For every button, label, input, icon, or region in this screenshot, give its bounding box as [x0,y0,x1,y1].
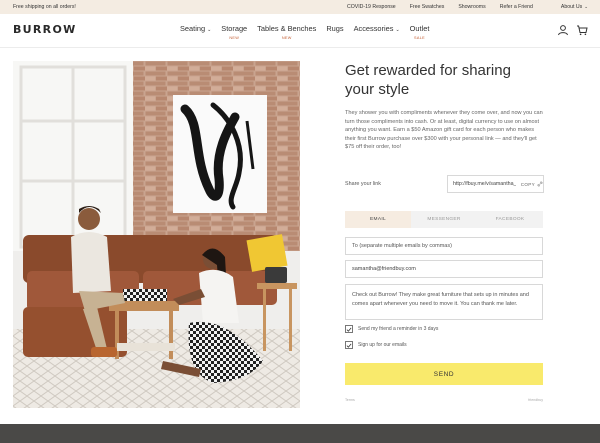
promo-text: Free shipping on all orders! [13,4,76,10]
checkmark-icon [346,343,352,348]
nav-storage[interactable]: Storage NEW [221,24,248,40]
nav-tables-benches[interactable]: Tables & Benches NEW [257,24,317,40]
living-room-illustration [13,61,300,408]
terms-link[interactable]: Terms [345,398,355,402]
site-footer [0,424,600,443]
nav-seating-label: Seating [180,24,206,33]
reminder-checkbox[interactable] [345,325,353,333]
chevron-down-icon: ⌄ [584,4,588,9]
burrow-logo[interactable]: BURROW [13,23,77,36]
nav-tables-label: Tables & Benches [257,24,317,33]
send-button[interactable]: SEND [345,363,543,385]
hero-photo [13,61,300,408]
about-us-label: About Us [560,4,583,10]
nav-storage-label: Storage [221,24,248,33]
reminder-checkbox-row[interactable]: Send my friend a reminder in 3 days [345,325,438,333]
nav-rugs-label: Rugs [326,24,344,33]
reminder-label: Send my friend a reminder in 3 days [358,326,439,332]
tab-email[interactable]: EMAIL [345,211,411,228]
utility-links: COVID-19 Response Free Swatches Showroom… [333,4,588,10]
nav-accessories-label: Accessories [353,24,394,33]
share-link-box: http://fbuy.me/v/samantha_7107 COPY [447,175,544,193]
sender-email-input[interactable]: samantha@friendbuy.com [345,260,543,278]
user-icon[interactable] [557,24,569,36]
copy-label: COPY [520,181,535,187]
copy-link-button[interactable]: COPY [521,181,543,187]
refer-a-friend-link[interactable]: Refer a Friend [500,4,533,10]
chevron-down-icon: ⌄ [207,27,212,33]
newsletter-label: Sign up for our emails [358,342,407,348]
checkmark-icon [346,327,352,332]
friendbuy-credit: friendbuy [528,398,543,402]
tab-facebook[interactable]: FACEBOOK [477,211,543,228]
nav-outlet-label: Outlet [409,24,430,33]
share-link-row: Share your link http://fbuy.me/v/samanth… [345,175,544,193]
site-header: BURROW Seating ⌄ Storage NEW Tables & Ben… [0,14,600,48]
share-method-tabs: EMAIL MESSENGER FACEBOOK [345,211,543,228]
cart-icon[interactable] [576,24,588,36]
nav-seating[interactable]: Seating ⌄ [180,24,211,33]
referral-panel: Get rewarded for sharing your style They… [345,61,543,152]
newsletter-checkbox[interactable] [345,341,353,349]
sale-badge: SALE [414,36,425,40]
newsletter-checkbox-row[interactable]: Sign up for our emails [345,341,407,349]
nav-accessories[interactable]: Accessories ⌄ [354,24,400,33]
nav-outlet[interactable]: Outlet SALE [409,24,430,40]
about-us-menu[interactable]: About Us ⌄ [547,4,588,10]
chevron-down-icon: ⌄ [395,27,400,33]
tab-messenger[interactable]: MESSENGER [411,211,477,228]
recipient-emails-input[interactable]: To (separate multiple emails by commas) [345,237,543,255]
covid-response-link[interactable]: COVID-19 Response [347,4,396,10]
header-icons [550,24,588,36]
showrooms-link[interactable]: Showrooms [458,4,485,10]
share-link-input[interactable]: http://fbuy.me/v/samantha_7107 [448,181,516,187]
nav-rugs[interactable]: Rugs [326,24,343,33]
new-badge: NEW [229,36,240,40]
main-nav: Seating ⌄ Storage NEW Tables & Benches NE… [180,24,439,40]
message-textarea[interactable]: Check out Burrow! They make great furnit… [345,284,543,320]
share-link-label: Share your link [345,181,381,187]
page-title: Get rewarded for sharing your style [345,62,511,98]
free-swatches-link[interactable]: Free Swatches [410,4,445,10]
referral-description: They shower you with compliments wheneve… [345,110,543,151]
new-badge: NEW [281,36,292,40]
announcement-bar: Free shipping on all orders! COVID-19 Re… [0,0,600,14]
link-icon [537,181,543,187]
